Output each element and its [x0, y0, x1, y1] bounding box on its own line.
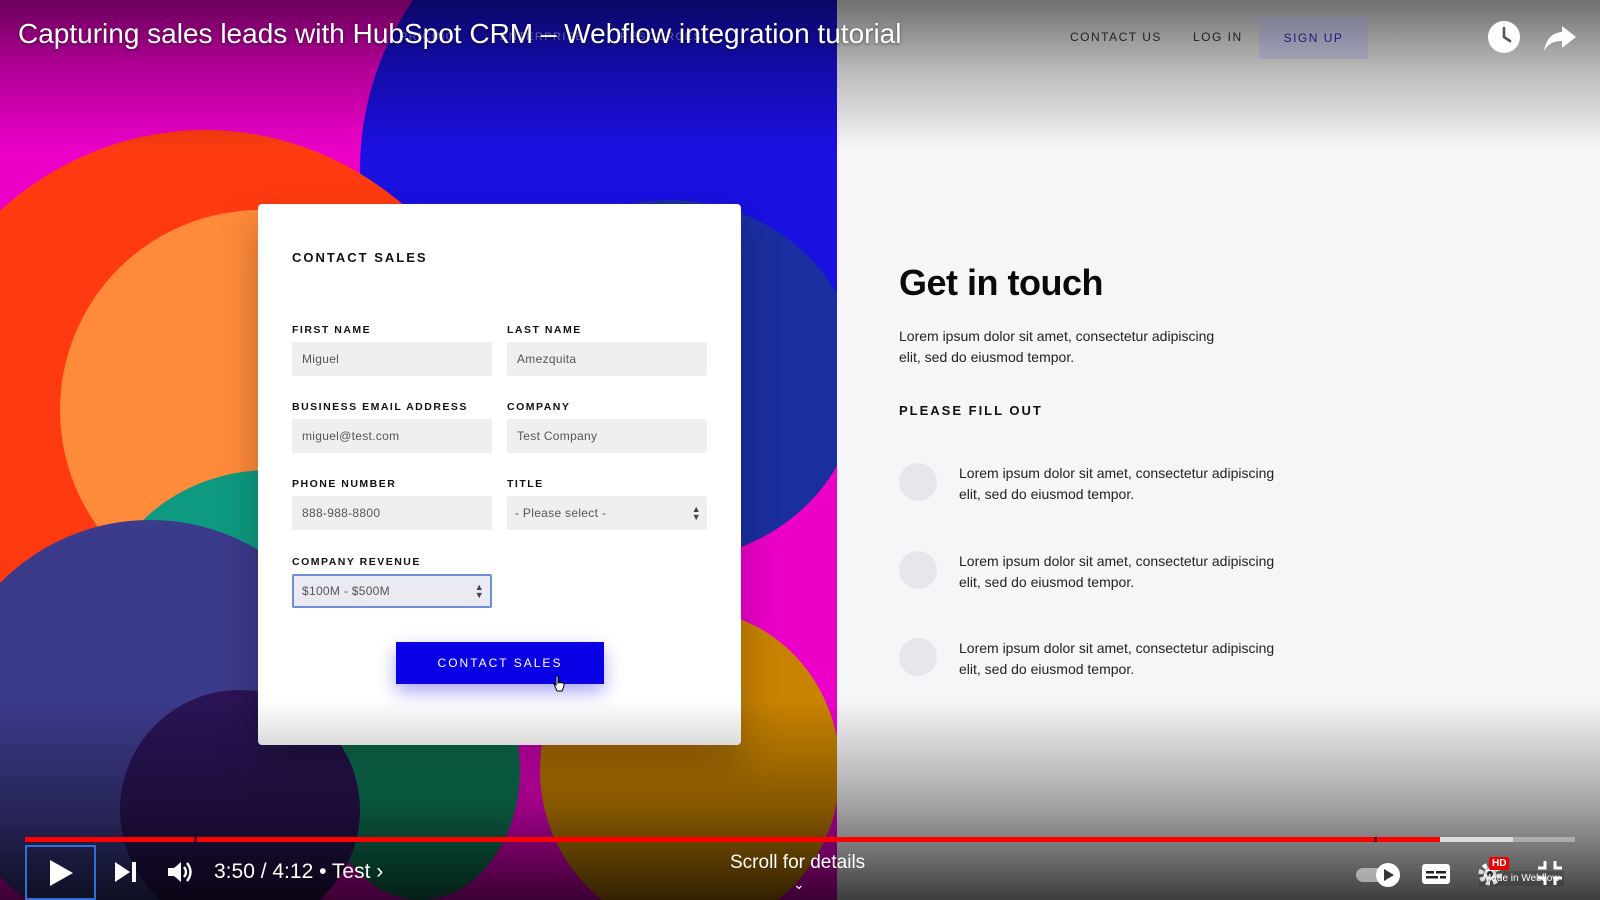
title-select[interactable]: - Please select - ▲ ▼ [507, 496, 707, 530]
nav-contact-us[interactable]: CONTACT US [1070, 30, 1162, 44]
intro-text: Lorem ipsum dolor sit amet, consectetur … [899, 328, 1215, 365]
contact-sales-button[interactable]: CONTACT SALES [396, 642, 604, 684]
chapter-divider [1374, 837, 1377, 842]
list-item: Lorem ipsum dolor sit amet, consectetur … [959, 640, 1275, 677]
subheading: PLEASE FILL OUT [899, 403, 1043, 418]
company-field[interactable]: Test Company [507, 419, 707, 453]
next-button[interactable] [113, 860, 139, 889]
email-field[interactable]: miguel@test.com [292, 419, 492, 453]
video-player[interactable]: PRICING ENTERPRISE RESOURCES CONTACT US … [0, 0, 1600, 900]
watch-later-icon[interactable] [1485, 18, 1523, 56]
contact-form-card: CONTACT SALES FIRST NAME Miguel LAST NAM… [258, 204, 741, 745]
exit-fullscreen-button[interactable] [1536, 859, 1564, 892]
list-item: Lorem ipsum dolor sit amet, consectetur … [959, 465, 1275, 502]
chevron-down-icon: ⌄ [793, 876, 805, 892]
phone-label: PHONE NUMBER [292, 478, 397, 490]
form-heading: CONTACT SALES [292, 250, 428, 265]
time-display: 3:50 / 4:12 • Test › [214, 860, 383, 884]
bullet-icon [899, 551, 937, 589]
last-name-label: LAST NAME [507, 324, 582, 336]
cursor-icon [553, 675, 565, 692]
title-label: TITLE [507, 478, 544, 490]
progress-played [25, 837, 1441, 842]
select-caret-icon: ▲ ▼ [691, 504, 701, 522]
revenue-label: COMPANY REVENUE [292, 556, 421, 568]
first-name-label: FIRST NAME [292, 324, 372, 336]
company-label: COMPANY [507, 401, 571, 413]
chapter-title[interactable]: Test [332, 860, 371, 883]
next-icon [115, 862, 136, 882]
exit-fullscreen-icon [1538, 861, 1562, 885]
chapter-divider [194, 837, 197, 842]
title-select-value: - Please select - [515, 506, 607, 520]
autoplay-icon [1356, 863, 1400, 887]
autoplay-toggle[interactable] [1355, 862, 1403, 893]
volume-button[interactable] [166, 859, 194, 890]
email-label: BUSINESS EMAIL ADDRESS [292, 401, 468, 413]
time-value: 3:50 / 4:12 [214, 860, 314, 883]
captions-button[interactable] [1421, 862, 1451, 891]
video-title[interactable]: Capturing sales leads with HubSpot CRM –… [18, 18, 901, 50]
sign-up-button[interactable]: SIGN UP [1259, 17, 1368, 59]
play-button[interactable] [25, 845, 96, 900]
bullet-icon [899, 463, 937, 501]
list-item: Lorem ipsum dolor sit amet, consectetur … [959, 553, 1275, 590]
last-name-field[interactable]: Amezquita [507, 342, 707, 376]
chevron-right-icon: › [376, 860, 384, 883]
nav-log-in[interactable]: LOG IN [1193, 30, 1243, 44]
volume-icon [168, 862, 192, 882]
right-panel [837, 0, 1600, 900]
revenue-select[interactable]: $100M - $500M ▲ ▼ [292, 574, 492, 608]
phone-field[interactable]: 888-988-8800 [292, 496, 492, 530]
bullet-icon [899, 638, 937, 676]
select-caret-icon: ▲ ▼ [474, 582, 484, 600]
revenue-select-value: $100M - $500M [302, 584, 390, 598]
separator-dot: • [319, 860, 332, 883]
hd-badge: HD [1489, 857, 1510, 870]
captions-icon [1422, 864, 1450, 884]
first-name-field[interactable]: Miguel [292, 342, 492, 376]
scroll-hint[interactable]: Scroll for details [730, 852, 865, 874]
play-icon [49, 859, 73, 886]
page-heading: Get in touch [899, 262, 1104, 303]
share-icon[interactable] [1541, 18, 1579, 56]
